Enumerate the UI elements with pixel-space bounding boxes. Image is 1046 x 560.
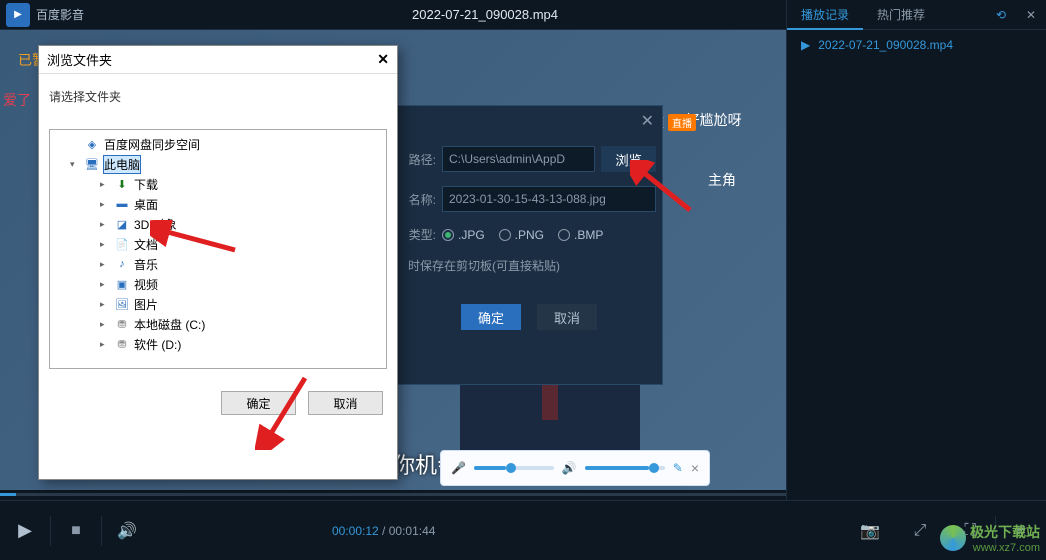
tree-pics[interactable]: ▸🖼图片: [52, 294, 384, 314]
3d-icon: ◪: [114, 216, 130, 232]
bd-prompt: 请选择文件夹: [39, 74, 397, 119]
disk-icon: ⛃: [114, 316, 130, 332]
sidebar: 播放记录 热门推荐 ⟲ ✕ ▶ 2022-07-21_090028.mp4: [786, 0, 1046, 500]
bd-close-icon[interactable]: ✕: [377, 51, 389, 68]
expand-button[interactable]: ⤢: [895, 506, 945, 556]
tree-video[interactable]: ▸▣视频: [52, 274, 384, 294]
play-small-icon: ▶: [801, 38, 810, 52]
music-icon: ♪: [114, 256, 130, 272]
camera-button[interactable]: 📷: [845, 506, 895, 556]
pc-icon: 🖥: [84, 156, 100, 172]
time-current: 00:00:12: [332, 524, 379, 538]
browse-folder-dialog: 浏览文件夹 ✕ 请选择文件夹 ◈百度网盘同步空间 ▾🖥此电脑 ▸⬇下载 ▸▬桌面…: [38, 45, 398, 480]
sd-path-input[interactable]: [442, 146, 595, 172]
live-badge: 直播: [668, 114, 696, 131]
sd-name-input[interactable]: [442, 186, 656, 212]
download-icon: ⬇: [114, 176, 130, 192]
watermark: 极光下载站 www.xz7.com: [940, 522, 1040, 554]
watermark-url: www.xz7.com: [970, 542, 1040, 554]
pic-icon: 🖼: [114, 296, 130, 312]
sync-icon: ◈: [84, 136, 100, 152]
link-icon[interactable]: ⟲: [986, 8, 1016, 22]
watermark-logo-icon: [940, 525, 966, 551]
sound-popup: 🎤 🔊 ✎ ×: [440, 450, 710, 486]
sd-ok-button[interactable]: 确定: [461, 304, 521, 330]
volume-button[interactable]: 🔊: [102, 506, 152, 556]
speaker-slider[interactable]: [585, 466, 665, 470]
app-logo-icon: ▶: [6, 3, 30, 27]
sound-popup-close-icon[interactable]: ×: [691, 460, 699, 476]
folder-tree[interactable]: ◈百度网盘同步空间 ▾🖥此电脑 ▸⬇下载 ▸▬桌面 ▸◪3D 对象 ▸📄文档 ▸…: [49, 129, 387, 369]
tree-desktop[interactable]: ▸▬桌面: [52, 194, 384, 214]
play-button[interactable]: ▶: [0, 506, 50, 556]
time-total: 00:01:44: [389, 524, 436, 538]
sd-browse-button[interactable]: 浏览: [601, 146, 656, 172]
liked-label: 爱了: [3, 90, 31, 110]
video-icon: ▣: [114, 276, 130, 292]
tree-diskc[interactable]: ▸⛃本地磁盘 (C:): [52, 314, 384, 334]
bd-ok-button[interactable]: 确定: [221, 391, 296, 415]
mic-slider[interactable]: [474, 466, 554, 470]
screenshot-dialog: ✕ 路径: 浏览 名称: 类型: .JPG .PNG .BMP 时保存在剪切板(…: [395, 105, 663, 385]
disk-icon: ⛃: [114, 336, 130, 352]
sd-path-label: 路径:: [402, 151, 436, 168]
sidebar-close-icon[interactable]: ✕: [1016, 8, 1046, 22]
radio-jpg[interactable]: .JPG: [442, 228, 485, 242]
tab-hot[interactable]: 热门推荐: [863, 0, 939, 30]
edit-icon[interactable]: ✎: [673, 461, 683, 475]
role-label: 主角: [708, 170, 736, 190]
sd-name-label: 名称:: [402, 191, 436, 208]
bd-cancel-button[interactable]: 取消: [308, 391, 383, 415]
tree-3d[interactable]: ▸◪3D 对象: [52, 214, 384, 234]
sd-close-icon[interactable]: ✕: [641, 111, 654, 131]
time-display: 00:00:12 / 00:01:44: [332, 524, 435, 538]
tab-history[interactable]: 播放记录: [787, 0, 863, 30]
playlist-item[interactable]: ▶ 2022-07-21_090028.mp4: [787, 30, 1046, 60]
tree-sync[interactable]: ◈百度网盘同步空间: [52, 134, 384, 154]
mic-icon[interactable]: 🎤: [451, 461, 466, 475]
app-name: 百度影音: [36, 6, 84, 23]
sd-clipboard-note: 时保存在剪切板(可直接粘贴): [408, 257, 656, 274]
tree-download[interactable]: ▸⬇下载: [52, 174, 384, 194]
tree-docs[interactable]: ▸📄文档: [52, 234, 384, 254]
tree-music[interactable]: ▸♪音乐: [52, 254, 384, 274]
tree-pc[interactable]: ▾🖥此电脑: [52, 154, 384, 174]
tree-diskd[interactable]: ▸⛃软件 (D:): [52, 334, 384, 354]
stop-button[interactable]: ■: [51, 506, 101, 556]
file-title: 2022-07-21_090028.mp4: [84, 7, 886, 22]
sd-type-label: 类型:: [402, 226, 436, 243]
control-bar: ▶ ■ 🔊 00:00:12 / 00:01:44 📷 ⤢ ⛶ ≡: [0, 500, 1046, 560]
speaker-icon[interactable]: 🔊: [562, 461, 577, 475]
radio-png[interactable]: .PNG: [499, 228, 544, 242]
doc-icon: 📄: [114, 236, 130, 252]
sd-cancel-button[interactable]: 取消: [537, 304, 597, 330]
watermark-name: 极光下载站: [970, 522, 1040, 542]
sidebar-header: 播放记录 热门推荐 ⟲ ✕: [787, 0, 1046, 30]
bd-title: 浏览文件夹: [47, 50, 112, 69]
desktop-icon: ▬: [114, 196, 130, 212]
radio-bmp[interactable]: .BMP: [558, 228, 603, 242]
playlist-item-label: 2022-07-21_090028.mp4: [818, 38, 953, 52]
progress-bar[interactable]: [0, 490, 786, 500]
